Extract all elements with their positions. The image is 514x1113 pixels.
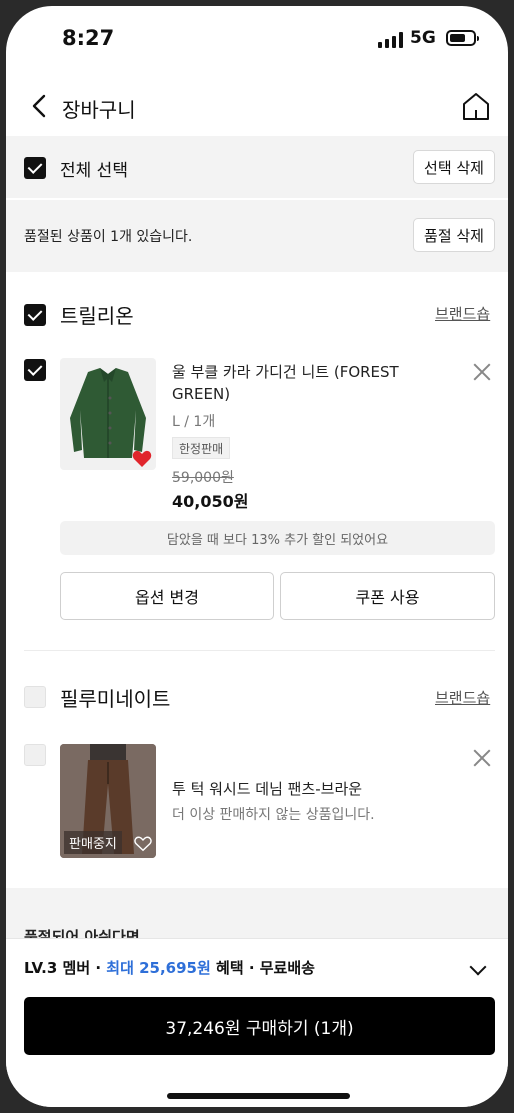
chevron-down-icon[interactable] bbox=[469, 958, 487, 976]
select-all-row: 전체 선택 선택 삭제 bbox=[6, 136, 508, 198]
brand-shop-link[interactable]: 브랜드숍 bbox=[435, 303, 490, 324]
brand-name: 트릴리온 bbox=[60, 304, 134, 328]
member-level: LV.3 멤버 · bbox=[24, 959, 107, 977]
sale-price: 40,050원 bbox=[172, 492, 249, 511]
phone-screen: 8:27 5G 장바구니 전체 선택 선택 삭제 품절된 상품이 1개 있습니다… bbox=[6, 6, 508, 1107]
remove-item-icon[interactable] bbox=[473, 749, 491, 767]
brand-checkbox-pilluminate[interactable] bbox=[24, 686, 46, 708]
discontinued-badge: 판매중지 bbox=[64, 831, 122, 854]
battery-icon bbox=[446, 30, 479, 46]
network-label: 5G bbox=[410, 28, 436, 48]
home-icon[interactable] bbox=[460, 90, 492, 122]
delete-sold-out-button[interactable]: 품절 삭제 bbox=[413, 218, 495, 252]
checkout-bar: LV.3 멤버 · 최대 25,695원 혜택 · 무료배송 37,246원 구… bbox=[6, 938, 508, 1107]
product-option: L / 1개 bbox=[172, 414, 216, 430]
product-image-cardigan[interactable] bbox=[60, 358, 156, 470]
signal-icon bbox=[378, 32, 403, 48]
limited-tag: 한정판매 bbox=[172, 437, 231, 459]
product-title-line1[interactable]: 울 부클 카라 가디건 니트 (FOREST bbox=[172, 361, 399, 382]
delete-selected-button[interactable]: 선택 삭제 bbox=[413, 150, 495, 184]
purchase-button[interactable]: 37,246원 구매하기 (1개) bbox=[24, 997, 495, 1055]
divider bbox=[24, 650, 495, 651]
original-price: 59,000원 bbox=[172, 470, 234, 486]
sold-out-row: 품절된 상품이 1개 있습니다. 품절 삭제 bbox=[6, 200, 508, 272]
page-header: 장바구니 bbox=[6, 78, 508, 136]
item-checkbox[interactable] bbox=[24, 359, 46, 381]
product-title-line2[interactable]: GREEN) bbox=[172, 385, 230, 403]
status-time: 8:27 bbox=[62, 26, 115, 50]
product-title[interactable]: 투 턱 워시드 데님 팬츠-브라운 bbox=[172, 778, 362, 799]
change-option-button[interactable]: 옵션 변경 bbox=[60, 572, 274, 620]
remove-item-icon[interactable] bbox=[473, 363, 491, 381]
benefit-amount: 최대 25,695원 bbox=[106, 959, 211, 977]
back-arrow-icon[interactable] bbox=[28, 92, 52, 120]
member-benefit: LV.3 멤버 · 최대 25,695원 혜택 · 무료배송 bbox=[24, 957, 315, 978]
item-checkbox[interactable] bbox=[24, 744, 46, 766]
sold-out-text: 품절된 상품이 1개 있습니다. bbox=[24, 229, 193, 245]
brand-name: 필루미네이트 bbox=[60, 687, 171, 711]
product-image-pants[interactable]: 판매중지 bbox=[60, 744, 156, 858]
heart-icon[interactable] bbox=[132, 450, 152, 468]
home-indicator bbox=[167, 1093, 350, 1099]
discount-notice: 담았을 때 보다 13% 추가 할인 되었어요 bbox=[60, 521, 495, 555]
select-all-checkbox[interactable] bbox=[24, 157, 46, 179]
heart-outline-icon[interactable] bbox=[134, 836, 152, 852]
brand-shop-link[interactable]: 브랜드숍 bbox=[435, 687, 490, 708]
use-coupon-button[interactable]: 쿠폰 사용 bbox=[280, 572, 495, 620]
benefit-detail: 혜택 · 무료배송 bbox=[210, 959, 315, 977]
select-all-label: 전체 선택 bbox=[60, 161, 128, 181]
status-bar: 8:27 5G bbox=[6, 6, 508, 76]
discontinued-status: 더 이상 판매하지 않는 상품입니다. bbox=[172, 807, 375, 823]
page-title: 장바구니 bbox=[62, 98, 136, 122]
brand-checkbox-trillion[interactable] bbox=[24, 304, 46, 326]
